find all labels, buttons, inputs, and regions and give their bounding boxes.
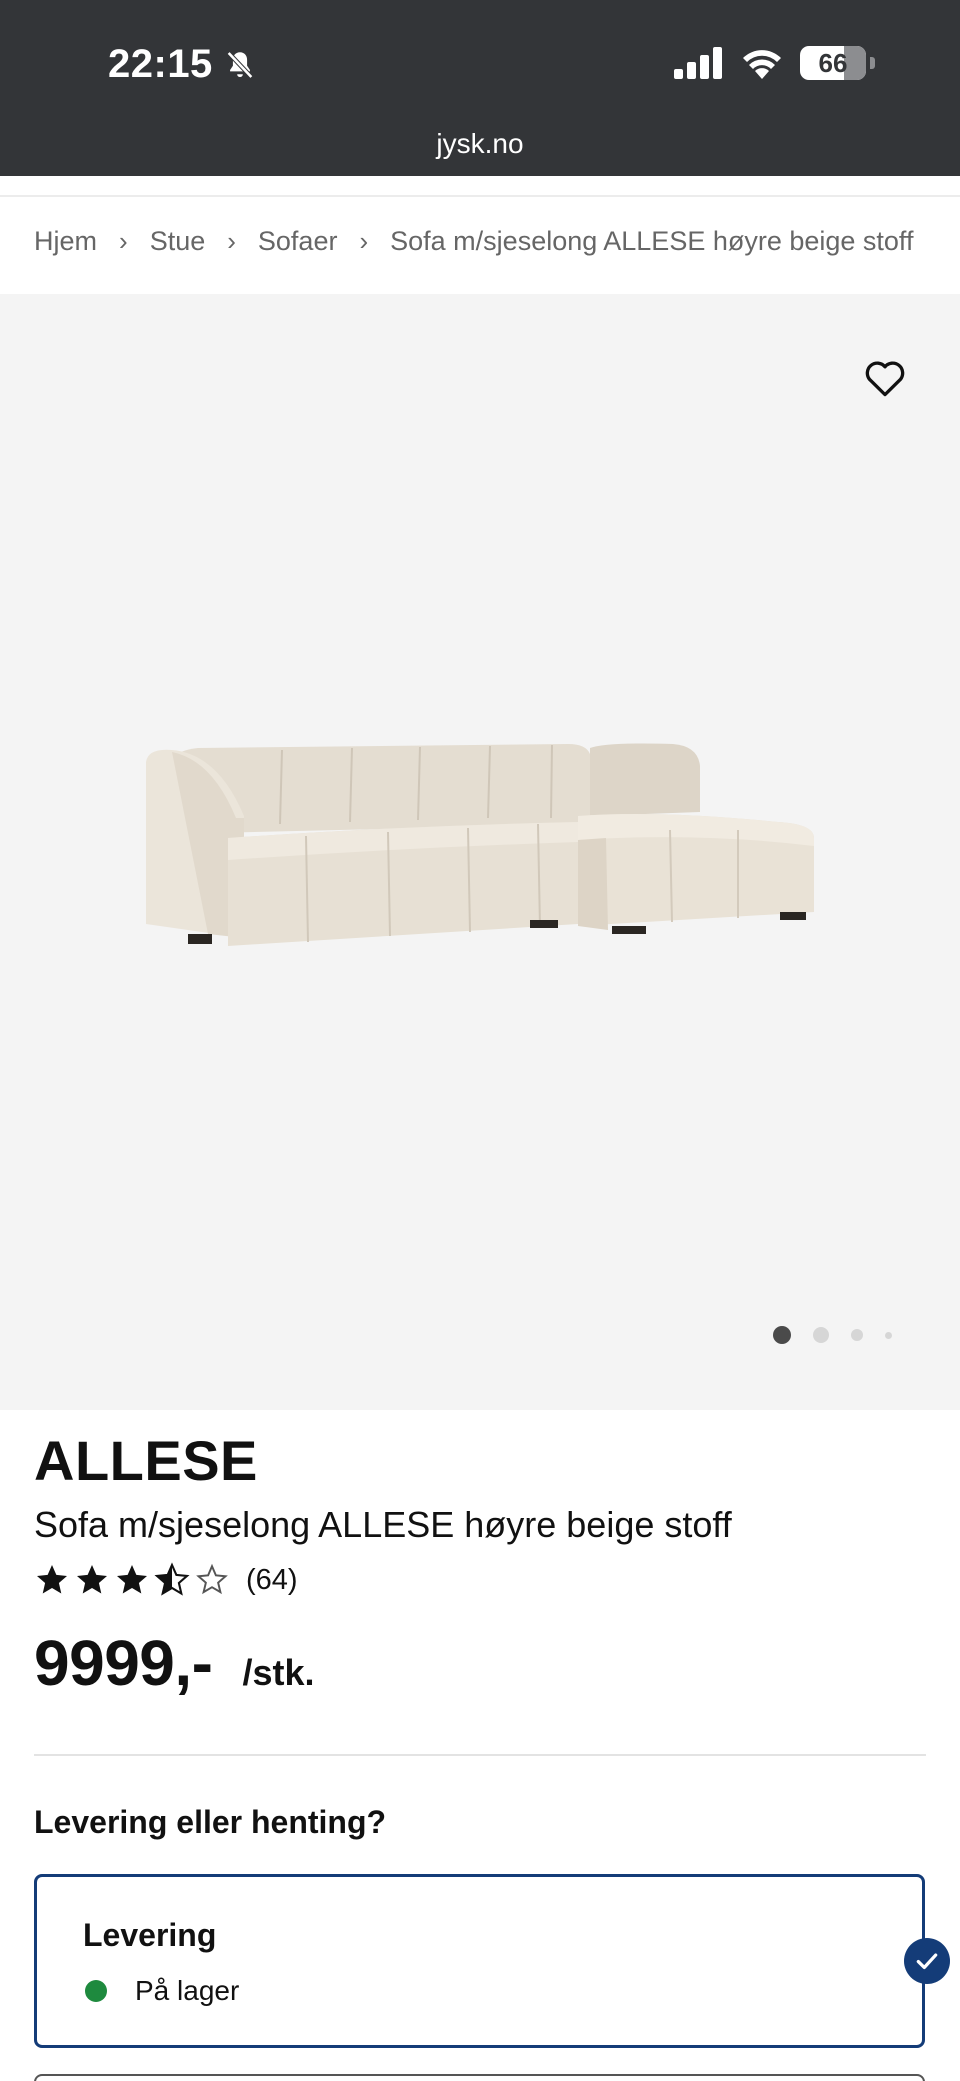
pickup-option-card[interactable] bbox=[34, 2074, 925, 2081]
price-unit: /stk. bbox=[242, 1652, 315, 1693]
review-count[interactable]: (64) bbox=[246, 1564, 298, 1597]
delivery-option-label: Levering bbox=[83, 1917, 217, 1953]
in-stock-dot-icon bbox=[85, 1980, 107, 2002]
breadcrumb-item-current: Sofa m/sjeselong ALLESE høyre beige stof… bbox=[390, 226, 914, 256]
breadcrumb-item-stue[interactable]: Stue bbox=[150, 226, 206, 257]
battery-tip bbox=[870, 57, 875, 69]
product-title: Sofa m/sjeselong ALLESE høyre beige stof… bbox=[34, 1504, 732, 1545]
product-gallery[interactable] bbox=[0, 294, 960, 1410]
product-price: 9999,- bbox=[34, 1627, 213, 1699]
stock-status: På lager bbox=[85, 1975, 239, 2007]
gallery-pagination[interactable] bbox=[773, 1326, 892, 1344]
status-icons: 66 bbox=[674, 46, 875, 80]
star-full-icon bbox=[37, 1565, 67, 1594]
cellular-signal-icon bbox=[674, 47, 722, 79]
address-bar-url[interactable]: jysk.no bbox=[0, 128, 960, 160]
breadcrumb-item-sofaer[interactable]: Sofaer bbox=[258, 226, 338, 257]
breadcrumb: Hjem › Stue › Sofaer › Sofa m/sjeselong … bbox=[34, 226, 913, 257]
silent-mode-icon bbox=[226, 50, 253, 79]
pagination-dot[interactable] bbox=[885, 1331, 892, 1339]
battery-level: 66 bbox=[818, 47, 848, 78]
delivery-section-heading: Levering eller henting? bbox=[34, 1804, 387, 1840]
pagination-dot-active[interactable] bbox=[773, 1326, 791, 1344]
header-divider bbox=[0, 195, 960, 197]
section-divider bbox=[34, 1754, 926, 1756]
chevron-right-icon: › bbox=[227, 226, 236, 256]
product-rating[interactable]: (64) bbox=[34, 1562, 298, 1598]
checkmark-icon bbox=[904, 1938, 950, 1984]
browser-chrome: 22:15 66 jysk.no bbox=[0, 0, 960, 176]
time-label: 22:15 bbox=[108, 42, 213, 86]
star-full-icon bbox=[77, 1565, 107, 1594]
price-row: 9999,- /stk. bbox=[34, 1626, 315, 1700]
chevron-right-icon: › bbox=[359, 226, 369, 256]
product-image-sofa bbox=[146, 743, 814, 946]
heart-icon[interactable] bbox=[864, 358, 906, 398]
delivery-option-card[interactable]: Levering På lager bbox=[34, 1874, 925, 2048]
star-empty-icon bbox=[196, 1563, 228, 1595]
stock-status-label: På lager bbox=[135, 1975, 240, 2006]
pagination-dot[interactable] bbox=[813, 1327, 829, 1343]
star-full-icon bbox=[117, 1565, 147, 1594]
breadcrumb-item-home[interactable]: Hjem bbox=[34, 226, 97, 257]
wifi-icon bbox=[743, 50, 781, 79]
product-brand: ALLESE bbox=[34, 1429, 258, 1492]
star-half-icon bbox=[154, 1562, 190, 1596]
chevron-right-icon: › bbox=[119, 226, 128, 256]
battery-icon: 66 bbox=[800, 46, 866, 80]
pagination-dot[interactable] bbox=[851, 1329, 863, 1341]
status-time: 22:15 bbox=[108, 42, 257, 87]
